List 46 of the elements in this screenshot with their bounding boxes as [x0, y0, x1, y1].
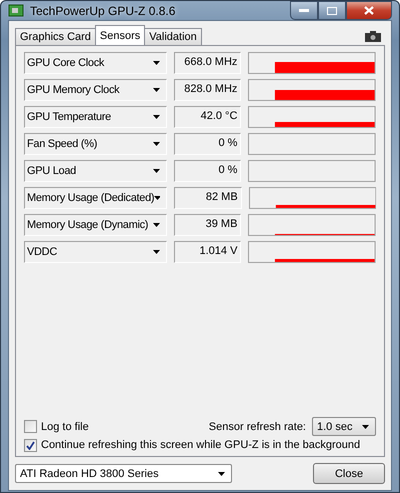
close-dialog-button[interactable]: Close — [313, 463, 385, 484]
sensor-dropdown[interactable]: GPU Load — [24, 160, 167, 182]
minimize-icon — [299, 8, 309, 12]
sensor-reading: 39 MB — [174, 214, 242, 236]
sensor-dropdown[interactable]: GPU Temperature — [24, 106, 167, 128]
caret-icon — [152, 61, 160, 65]
checkbox[interactable] — [24, 438, 37, 452]
caret-icon — [152, 223, 160, 227]
camera-icon[interactable] — [365, 31, 381, 42]
tab[interactable]: Sensors — [94, 25, 146, 45]
minimize-button[interactable] — [290, 1, 318, 20]
close-icon — [364, 6, 374, 15]
sensor-reading: 82 MB — [174, 187, 242, 209]
continue-refreshing-checkbox[interactable]: Continue refreshing this screen while GPU-Z is in the background — [24, 438, 376, 452]
sensor-dropdown[interactable]: VDDC — [24, 241, 167, 263]
caret-icon — [152, 142, 160, 146]
caret-icon — [362, 424, 369, 428]
sensor-dropdown[interactable]: Memory Usage (Dynamic) — [24, 214, 167, 236]
gpu-dropdown[interactable]: ATI Radeon HD 3800 Series — [15, 464, 232, 483]
caret-icon — [152, 250, 160, 254]
checkbox[interactable] — [24, 420, 37, 433]
sensor-reading: 1.014 V — [174, 241, 242, 263]
sensor-dropdown[interactable]: GPU Core Clock — [24, 52, 167, 74]
tab[interactable]: Validation — [144, 28, 202, 45]
sensor-reading: 42.0 °C — [174, 106, 242, 128]
caret-icon — [152, 88, 160, 92]
sensor-dropdown[interactable]: GPU Memory Clock — [24, 79, 167, 101]
sensor-dropdown[interactable]: Memory Usage (Dedicated) — [24, 187, 167, 209]
sensor-reading: 0 % — [174, 133, 242, 155]
caret-icon — [154, 196, 160, 200]
sensor-reading: 0 % — [174, 160, 242, 182]
sensor-dropdown[interactable]: Fan Speed (%) — [24, 133, 167, 155]
log-to-file-checkbox[interactable]: Log to file — [24, 420, 89, 434]
maximize-icon — [327, 6, 337, 14]
sensor-reading: 668.0 MHz — [174, 52, 242, 74]
refresh-rate-label: Sensor refresh rate: — [208, 420, 306, 432]
refresh-rate-dropdown[interactable]: 1.0 sec — [312, 417, 376, 436]
graphics-card-icon — [8, 4, 24, 18]
maximize-button[interactable] — [318, 1, 346, 20]
close-button[interactable] — [346, 1, 392, 20]
sensor-reading: 828.0 MHz — [174, 79, 242, 101]
window-title: TechPowerUp GPU-Z 0.8.6 — [30, 4, 176, 18]
caret-icon — [218, 472, 225, 476]
caret-icon — [152, 115, 160, 119]
tab[interactable]: Graphics Card — [15, 28, 96, 45]
caret-icon — [152, 169, 160, 173]
